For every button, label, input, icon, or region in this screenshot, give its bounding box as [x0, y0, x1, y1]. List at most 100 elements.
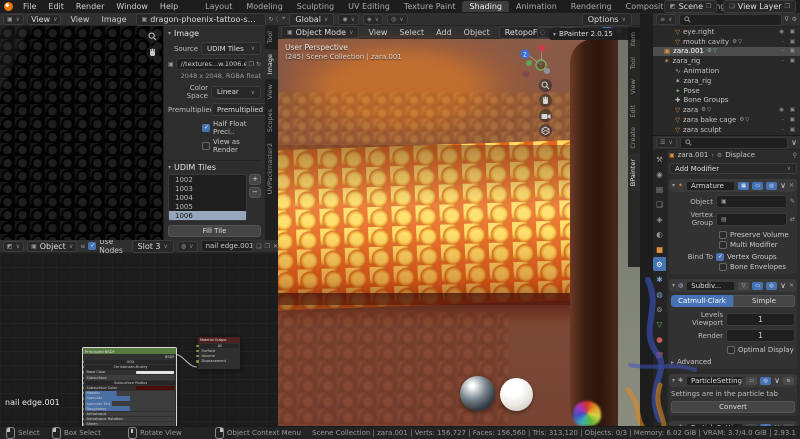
- cage-toggle[interactable]: ▽: [738, 282, 749, 290]
- invert-icon[interactable]: ⇄: [790, 216, 795, 223]
- outliner-row[interactable]: ▽ zara ⚙▽ ◉ ▣: [653, 105, 800, 115]
- udim-tile[interactable]: 1006: [169, 211, 246, 220]
- bpainter-panel-header[interactable]: ▾BPainter 2.0.15: [549, 28, 640, 40]
- properties-tab-render[interactable]: ◉: [653, 167, 666, 181]
- udim-tile[interactable]: 1003: [169, 184, 246, 193]
- editmode-toggle[interactable]: ▦: [738, 182, 749, 190]
- viewport-menu[interactable]: View: [362, 27, 393, 38]
- outliner-row[interactable]: ▽ zara sculpt – ▣: [653, 125, 800, 135]
- visibility-toggles[interactable]: ◉ ▣: [779, 107, 797, 113]
- node-row[interactable]: Displacement: [200, 359, 239, 364]
- image-sidebar-tab[interactable]: Scopes: [265, 104, 278, 137]
- viewport-ortho-button[interactable]: [539, 124, 552, 137]
- modifier-extras-icon[interactable]: ∨: [780, 281, 786, 290]
- outliner-row[interactable]: ▣ zara.001 ⚙▽ – ▣: [653, 47, 800, 57]
- viewport-sidebar-tab[interactable]: Edit: [628, 100, 640, 123]
- catmull-clark-button[interactable]: Catmull-Clark: [671, 295, 733, 307]
- visibility-toggles[interactable]: – ▣: [781, 117, 797, 123]
- app-menu-item[interactable]: Help: [154, 1, 184, 12]
- node-row[interactable]: Subsurface: [85, 375, 175, 380]
- app-menu-item[interactable]: Edit: [42, 1, 70, 12]
- visibility-toggles[interactable]: – ▣: [781, 58, 797, 64]
- workspace-tab[interactable]: Layout: [198, 1, 239, 12]
- workspace-tab[interactable]: Modeling: [239, 1, 289, 12]
- image-datablock[interactable]: ▣dragon-phoenix-tattoo-scale-shadow: [136, 13, 266, 26]
- outliner-row[interactable]: ▽ eye.right ◉ ▣: [653, 27, 800, 37]
- reload-icon[interactable]: ↻: [256, 61, 261, 68]
- outliner-row[interactable]: ✦ Pose: [653, 86, 800, 96]
- realtime-toggle[interactable]: ▭: [752, 182, 763, 190]
- optimal-display-checkbox[interactable]: [727, 346, 735, 354]
- material-browse[interactable]: ◍∨: [177, 241, 198, 252]
- outliner-row[interactable]: ∿ Animation: [653, 66, 800, 76]
- preserve-volume-checkbox[interactable]: [719, 231, 727, 239]
- levels-viewport-value[interactable]: 1: [726, 313, 795, 326]
- node-row[interactable]: GGX: [85, 360, 175, 365]
- subdiv-modifier-header[interactable]: ▾◍ Subdiv... ▽ ▭ ◎ ∨ ✕: [669, 279, 797, 292]
- workspace-tab[interactable]: Sculpting: [290, 1, 341, 12]
- render-toggle[interactable]: ◎: [766, 182, 777, 190]
- remove-tile-button[interactable]: −: [249, 187, 261, 198]
- viewport-sidebar-tab[interactable]: View: [628, 74, 640, 99]
- app-menu-item[interactable]: Render: [70, 1, 110, 12]
- viewport-sidebar-tab[interactable]: Tool: [628, 52, 640, 75]
- view-as-render-checkbox[interactable]: [202, 142, 210, 150]
- modifier-name-field[interactable]: Subdiv...: [686, 281, 735, 291]
- armature-modifier-header[interactable]: ▾✶ Armature ▦ ▭ ◎ ∨ ✕: [669, 179, 797, 192]
- udim-tile[interactable]: 1005: [169, 202, 246, 211]
- chrome-preview-sphere[interactable]: [460, 376, 495, 411]
- workspace-tab[interactable]: Rendering: [564, 1, 619, 12]
- breadcrumb-modifier[interactable]: Displace: [725, 151, 755, 159]
- use-nodes-checkbox[interactable]: [88, 242, 96, 250]
- node-row[interactable]: Metallic: [85, 391, 175, 396]
- outliner-search[interactable]: [679, 14, 781, 26]
- render-toggle[interactable]: ◎: [760, 377, 771, 385]
- outliner-row[interactable]: ▽ mouth cavity ⚙▽ – ▣: [653, 37, 800, 47]
- image-sidebar-tab[interactable]: View: [265, 79, 278, 104]
- half-float-checkbox[interactable]: [202, 124, 210, 132]
- visibility-toggles[interactable]: – ▣: [781, 48, 797, 54]
- transform-icon[interactable]: ⌖: [282, 15, 285, 23]
- image-editor-menu[interactable]: View: [64, 14, 95, 25]
- image-panel-header[interactable]: ▾Image: [168, 29, 261, 38]
- node-row[interactable]: Subsurface Color: [85, 386, 175, 391]
- pin-icon[interactable]: ⚲: [793, 152, 797, 159]
- realtime-toggle[interactable]: ▭: [752, 282, 763, 290]
- node-row[interactable]: BSDF: [85, 355, 175, 360]
- vertex-groups-checkbox[interactable]: [716, 253, 724, 261]
- outliner-row[interactable]: ▽ zara bake cage ⚙▽ – ▣: [653, 115, 800, 125]
- filepath-field[interactable]: //textures...w.1006.exr: [176, 58, 247, 70]
- visibility-toggles[interactable]: – ▣: [781, 127, 797, 133]
- shader-type-dropdown[interactable]: ▣Object∨: [27, 241, 77, 252]
- eyedropper-icon[interactable]: ✎: [790, 198, 795, 205]
- realtime-toggle[interactable]: ▭: [746, 377, 757, 385]
- udim-tile[interactable]: 1004: [169, 193, 246, 202]
- proportional-edit-dropdown[interactable]: ◎∨: [387, 14, 408, 25]
- viewport-camera-button[interactable]: [539, 109, 552, 122]
- armature-object-field[interactable]: ▣: [716, 195, 787, 208]
- properties-tab-object-data[interactable]: ▽: [653, 317, 666, 331]
- node-row[interactable]: All: [200, 344, 239, 349]
- node-row[interactable]: Specular: [85, 396, 175, 401]
- workspace-tab[interactable]: Shading: [462, 1, 509, 12]
- properties-tab-world[interactable]: ◐: [653, 227, 666, 241]
- workspace-tab[interactable]: UV Editing: [341, 1, 397, 12]
- source-dropdown[interactable]: UDIM Tiles∨: [201, 42, 261, 55]
- properties-tab-scene[interactable]: ◈: [653, 212, 666, 226]
- image-editor-menu[interactable]: Image: [95, 14, 132, 25]
- add-modifier-dropdown[interactable]: Add Modifier∨: [669, 163, 797, 174]
- node-row[interactable]: Specular Tint: [85, 401, 175, 406]
- slot-dropdown[interactable]: Slot 3∨: [132, 240, 174, 253]
- app-menu-item[interactable]: Window: [110, 1, 154, 12]
- add-tile-button[interactable]: +: [249, 174, 261, 185]
- viewport-pan-button[interactable]: [539, 94, 552, 107]
- snap-dropdown[interactable]: ◈∨: [363, 14, 383, 25]
- node-row[interactable]: Surface: [200, 349, 239, 354]
- viewport-sidebar-tab[interactable]: Create: [628, 122, 640, 154]
- properties-tab-physics[interactable]: ◍: [653, 287, 666, 301]
- outliner-row[interactable]: ✶ zara_rig: [653, 76, 800, 86]
- image-sidebar-tab[interactable]: Tool: [265, 26, 278, 49]
- multi-modifier-checkbox[interactable]: [719, 241, 727, 249]
- node-row[interactable]: Subsurface Radius: [85, 381, 175, 386]
- render-toggle[interactable]: ◎: [766, 282, 777, 290]
